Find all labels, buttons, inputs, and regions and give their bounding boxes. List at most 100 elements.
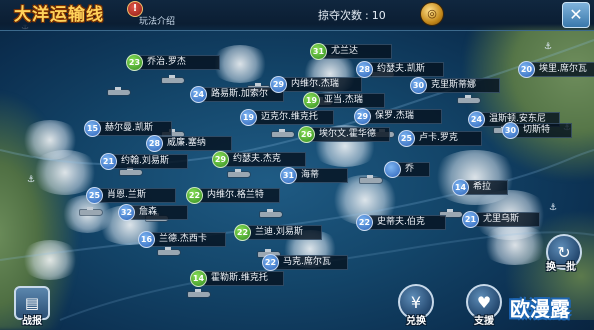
ship-name: 兰迪.刘易斯 [245, 224, 322, 240]
exchange-label: 兑换 [406, 316, 426, 327]
ship-sprite[interactable] [272, 129, 294, 137]
ship-label[interactable]: 21 尤里乌斯 [462, 210, 540, 228]
ship-level-badge: 26 [298, 125, 315, 143]
ship-label[interactable]: 21 约翰.刘易斯 [100, 152, 188, 170]
ship-level-badge: 29 [270, 75, 287, 93]
ship-level-badge: 29 [354, 107, 371, 125]
rob-count-label: 掠夺次数 [318, 9, 362, 22]
ship-level-badge: 24 [468, 110, 485, 128]
ship-name: 威廉.塞纳 [157, 135, 232, 151]
ship-level-badge: 31 [310, 42, 327, 60]
ship-label[interactable]: 31 海蒂 [280, 166, 348, 184]
ship-level-badge: 22 [186, 186, 203, 204]
ship-name: 史蒂夫.伯克 [367, 214, 446, 230]
rob-count-display: 掠夺次数:10 [318, 7, 386, 23]
ship-label[interactable]: 25 卢卡.罗克 [398, 129, 482, 147]
ship-sprite[interactable] [458, 95, 480, 103]
battle-report-label: 战报 [22, 316, 42, 327]
ship-name: 切斯特 [513, 122, 572, 138]
ship-label[interactable]: 30 切斯特 [502, 121, 572, 139]
heart-icon: ♥ [476, 292, 492, 312]
ship-label[interactable]: 乔 [384, 160, 430, 178]
ship-sprite[interactable] [260, 209, 282, 217]
ship-name: 马克.席尔瓦 [273, 254, 348, 270]
ship-level-badge: 21 [462, 210, 479, 228]
ship-level-badge: 25 [398, 129, 415, 147]
ship-sprite[interactable] [108, 87, 130, 95]
ship-level-badge: 22 [262, 253, 279, 271]
ship-sprite[interactable] [360, 175, 382, 183]
report-icon: ▤ [24, 294, 40, 312]
ship-name: 希拉 [463, 179, 508, 195]
ship-level-badge: 21 [100, 152, 117, 170]
ship-label[interactable]: 31 尤兰达 [310, 42, 392, 60]
ship-label[interactable]: 30 克里斯蒂娜 [410, 76, 500, 94]
ship-label[interactable]: 20 埃里.席尔瓦 [518, 60, 594, 78]
ship-level-badge: 28 [356, 60, 373, 78]
ship-level-badge: 29 [212, 150, 229, 168]
ship-label[interactable]: 28 约瑟夫.凯斯 [356, 60, 444, 78]
colon: : [365, 9, 369, 22]
ship-label[interactable]: 14 希拉 [452, 178, 508, 196]
rob-count-value: 10 [371, 9, 386, 22]
ship-level-badge [384, 160, 401, 178]
ship-level-badge: 32 [118, 203, 135, 221]
refresh-label: 换一批 [546, 262, 576, 273]
ship-sprite[interactable] [158, 247, 180, 255]
ship-name: 约翰.刘易斯 [111, 153, 188, 169]
ship-level-badge: 31 [280, 166, 297, 184]
ship-name: 赫尔曼.凯斯 [95, 120, 172, 136]
ship-sprite[interactable] [162, 75, 184, 83]
ship-label[interactable]: 26 埃尔文.霍华德 [298, 125, 390, 143]
add-rob-button[interactable]: ◎ [420, 2, 444, 26]
close-icon: ✕ [569, 5, 583, 24]
help-label[interactable]: 玩法介绍 [139, 14, 175, 27]
ship-level-badge: 14 [452, 178, 469, 196]
ship-name: 尤兰达 [321, 43, 392, 59]
anchor-icon: ⚓ [543, 42, 553, 52]
ship-name: 亚当.杰瑞 [314, 92, 385, 108]
ship-sprite[interactable] [120, 167, 142, 175]
ship-label[interactable]: 19 迈克尔.维克托 [240, 108, 334, 126]
top-bar: 大洋运输线 ! 玩法介绍 掠夺次数:10 ◎ ✕ [0, 0, 594, 31]
ship-level-badge: 22 [356, 213, 373, 231]
ship-name: 乔治.罗杰 [137, 54, 220, 70]
ship-label[interactable]: 23 乔治.罗杰 [126, 53, 220, 71]
ship-level-badge: 30 [502, 121, 519, 139]
ship-level-badge: 19 [303, 91, 320, 109]
ship-label[interactable]: 28 威廉.塞纳 [146, 134, 232, 152]
ship-sprite[interactable] [188, 289, 210, 297]
ship-label[interactable]: 22 马克.席尔瓦 [262, 253, 348, 271]
ship-sprite[interactable] [80, 207, 102, 215]
ship-name: 保罗.杰瑞 [365, 108, 442, 124]
close-button[interactable]: ✕ [562, 2, 590, 28]
watermark: 欧漫露 [510, 297, 570, 321]
ship-label[interactable]: 16 兰德.杰西卡 [138, 230, 226, 248]
ship-name: 约瑟夫.杰克 [223, 151, 306, 167]
ship-sprite[interactable] [228, 169, 250, 177]
ship-level-badge: 22 [234, 223, 251, 241]
exchange-icon: ¥ [410, 292, 422, 312]
ship-label[interactable]: 14 霍勒斯.维克托 [190, 269, 284, 287]
ship-label[interactable]: 29 内维尔.杰瑞 [270, 75, 362, 93]
ship-label[interactable]: 22 兰迪.刘易斯 [234, 223, 322, 241]
ship-label[interactable]: 32 詹森 [118, 203, 188, 221]
anchor-icon: ⚓ [548, 203, 558, 213]
ship-label[interactable]: 25 肖恩.兰斯 [86, 186, 176, 204]
ship-name: 詹森 [129, 204, 188, 220]
exclamation-icon: ! [132, 3, 138, 14]
ship-label[interactable]: 15 赫尔曼.凯斯 [84, 119, 172, 137]
page-title: 大洋运输线 [14, 5, 104, 25]
ship-label[interactable]: 24 路易斯.加索尔 [190, 85, 284, 103]
ship-label[interactable]: 19 亚当.杰瑞 [303, 91, 385, 109]
ship-name: 克里斯蒂娜 [421, 77, 500, 93]
ship-label[interactable]: 22 史蒂夫.伯克 [356, 213, 446, 231]
ship-name: 海蒂 [291, 167, 348, 183]
ship-label[interactable]: 29 保罗.杰瑞 [354, 107, 442, 125]
ship-name: 内维尔.杰瑞 [281, 76, 362, 92]
ship-label[interactable]: 29 约瑟夫.杰克 [212, 150, 306, 168]
ship-level-badge: 28 [146, 134, 163, 152]
support-label: 支援 [474, 316, 494, 327]
ship-level-badge: 16 [138, 230, 155, 248]
ship-label[interactable]: 22 内维尔.格兰特 [186, 186, 280, 204]
